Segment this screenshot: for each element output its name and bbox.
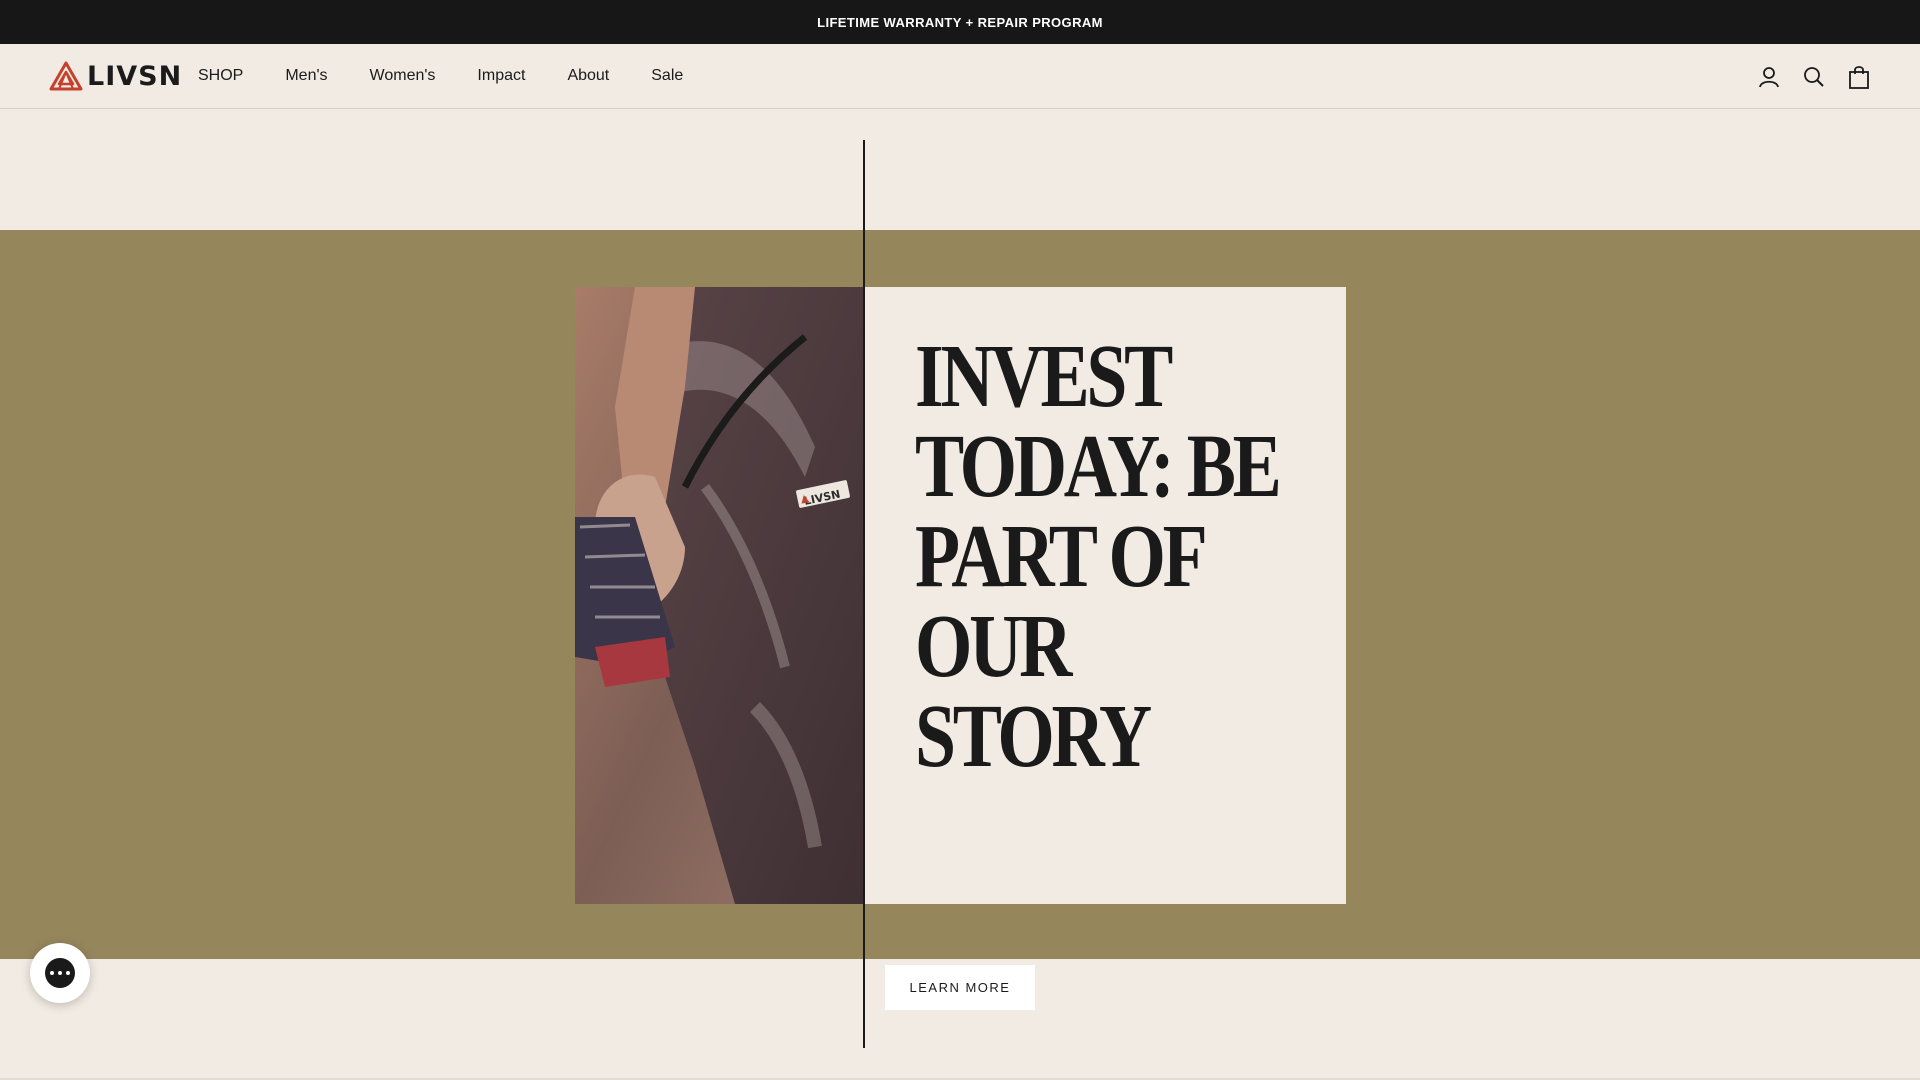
nav-item-about[interactable]: About	[567, 67, 609, 85]
announcement-text: LIFETIME WARRANTY + REPAIR PROGRAM	[817, 14, 1103, 30]
nav-item-mens[interactable]: Men's	[285, 67, 327, 85]
header-icons	[1737, 64, 1872, 90]
nav-item-shop[interactable]: SHOP	[198, 67, 243, 85]
hero-image-climber-pants: LIVSN	[575, 287, 865, 904]
chat-widget-button[interactable]	[30, 943, 90, 1003]
headline-line: OUR	[915, 597, 1072, 696]
hero-text-card: INVEST TODAY: BE PART OF OUR STORY	[865, 287, 1346, 904]
vertical-divider-line	[863, 140, 865, 1048]
logo-wordmark: LIVSN	[87, 60, 183, 92]
main-nav: SHOP Men's Women's Impact About Sale	[198, 44, 725, 108]
search-icon[interactable]	[1801, 64, 1827, 90]
nav-item-sale[interactable]: Sale	[651, 67, 683, 85]
headline-line: TODAY: BE	[915, 417, 1282, 516]
logo-mark-icon	[49, 61, 83, 91]
nav-item-womens[interactable]: Women's	[370, 67, 436, 85]
site-header: LIVSN SHOP Men's Women's Impact About Sa…	[0, 44, 1920, 109]
announcement-bar: LIFETIME WARRANTY + REPAIR PROGRAM	[0, 0, 1920, 44]
cart-icon[interactable]	[1846, 64, 1872, 90]
headline-line: STORY	[915, 687, 1152, 786]
logo[interactable]: LIVSN	[49, 60, 182, 92]
hero-headline: INVEST TODAY: BE PART OF OUR STORY	[915, 327, 1282, 786]
learn-more-button[interactable]: LEARN MORE	[885, 965, 1035, 1010]
nav-item-impact[interactable]: Impact	[477, 67, 525, 85]
account-icon[interactable]	[1756, 64, 1782, 90]
headline-line: PART OF	[915, 507, 1208, 606]
headline-line: INVEST	[915, 327, 1173, 426]
chat-icon	[45, 958, 75, 988]
